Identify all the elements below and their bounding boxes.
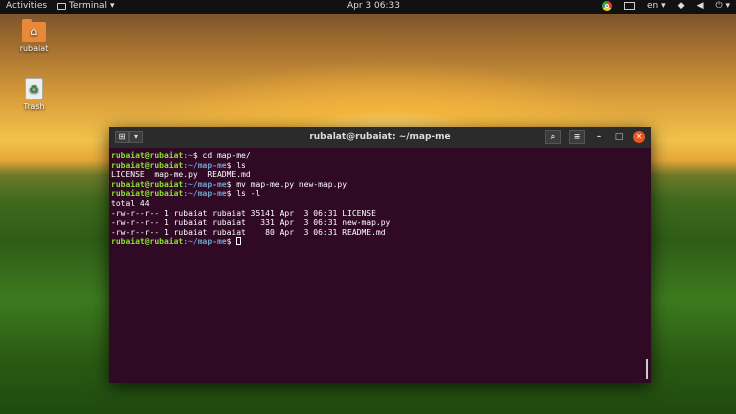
- prompt-user: rubaiat@rubaiat: [111, 179, 184, 189]
- close-icon[interactable]: ✕: [633, 131, 645, 143]
- terminal-prompt-line: rubaiat@rubaiat:~/map-me$ ls -l: [111, 189, 641, 199]
- prompt-user: rubaiat@rubaiat: [111, 189, 184, 199]
- window-titlebar[interactable]: ⊞ ▾ rubalat@rubaiat: ~/map-me ⌕ ≡ – □ ✕: [109, 127, 651, 148]
- output-text: -rw-r--r-- 1 rubaiat rubaiat 331 Apr 3 0…: [111, 218, 391, 228]
- command-text: $ ls -l: [226, 189, 261, 199]
- terminal-prompt-line: rubaiat@rubaiat:~/map-me$ mv map-me.py n…: [111, 180, 641, 190]
- command-text: $ ls: [226, 160, 246, 170]
- output-text: LICENSE map-me.py README.md: [111, 170, 251, 180]
- terminal-icon: [57, 2, 66, 10]
- terminal-prompt-line: rubaiat@rubaiat:~/map-me$: [111, 237, 641, 247]
- terminal-output-line: -rw-r--r-- 1 rubaiat rubaiat 80 Apr 3 06…: [111, 228, 641, 238]
- output-text: -rw-r--r-- 1 rubaiat rubaiat 35141 Apr 3…: [111, 208, 376, 218]
- top-bar: Activities Terminal ▾ Apr 3 06:33 en ▾ ◆…: [0, 0, 736, 14]
- app-name: Terminal: [69, 1, 108, 11]
- minimize-icon[interactable]: –: [593, 132, 605, 142]
- power-icon[interactable]: ⏻ ▾: [716, 1, 731, 11]
- screen-icon[interactable]: [624, 2, 636, 10]
- hamburger-icon[interactable]: ≡: [569, 130, 585, 144]
- cursor-block: [236, 237, 242, 246]
- home-folder-label: rubaiat: [19, 44, 49, 53]
- prompt-user: rubaiat@rubaiat: [111, 151, 184, 160]
- output-text: -rw-r--r-- 1 rubaiat rubaiat 80 Apr 3 06…: [111, 227, 386, 237]
- output-text: total 44: [111, 198, 150, 208]
- prompt-path: :~: [183, 151, 193, 160]
- desktop-trash[interactable]: ♻ Trash: [14, 78, 54, 111]
- prompt-path: :~/map-me: [183, 179, 227, 189]
- search-icon[interactable]: ⌕: [545, 130, 561, 144]
- desktop-home-folder[interactable]: ⌂ rubaiat: [14, 19, 54, 53]
- prompt-user: rubaiat@rubaiat: [111, 237, 184, 247]
- terminal-prompt-line: rubaiat@rubaiat:~/map-me$ ls: [111, 161, 641, 171]
- command-text: $ cd map-me/: [192, 151, 251, 160]
- volume-icon[interactable]: ◀: [697, 1, 704, 11]
- terminal-output[interactable]: rubaiat@rubaiat:~$ cd map-me/rubaiat@rub…: [111, 151, 641, 379]
- language-indicator[interactable]: en ▾: [647, 1, 666, 11]
- command-text: $: [226, 237, 237, 247]
- prompt-path: :~/map-me: [183, 189, 227, 199]
- prompt-path: :~/map-me: [183, 160, 227, 170]
- activities-button[interactable]: Activities: [6, 1, 47, 11]
- system-tray: en ▾ ◆ ◀ ⏻ ▾: [602, 1, 730, 11]
- app-menu[interactable]: Terminal ▾: [57, 1, 115, 11]
- command-text: $ mv map-me.py new-map.py: [226, 179, 348, 189]
- terminal-output-line: LICENSE map-me.py README.md: [111, 170, 641, 180]
- terminal-prompt-line: rubaiat@rubaiat:~$ cd map-me/: [111, 151, 641, 161]
- wifi-icon[interactable]: ◆: [678, 1, 685, 11]
- scrollbar[interactable]: [646, 359, 648, 379]
- maximize-icon[interactable]: □: [613, 132, 625, 142]
- window-controls: ⌕ ≡ – □ ✕: [545, 130, 645, 144]
- terminal-window: ⊞ ▾ rubalat@rubaiat: ~/map-me ⌕ ≡ – □ ✕ …: [109, 127, 651, 383]
- prompt-path: :~/map-me: [183, 237, 227, 247]
- trash-icon: ♻: [25, 78, 43, 100]
- terminal-output-line: -rw-r--r-- 1 rubaiat rubaiat 35141 Apr 3…: [111, 209, 641, 219]
- clock[interactable]: Apr 3 06:33: [347, 1, 400, 11]
- prompt-user: rubaiat@rubaiat: [111, 160, 184, 170]
- chrome-icon[interactable]: [602, 1, 613, 11]
- trash-label: Trash: [23, 102, 45, 111]
- terminal-output-line: total 44: [111, 199, 641, 209]
- terminal-output-line: -rw-r--r-- 1 rubaiat rubaiat 331 Apr 3 0…: [111, 218, 641, 228]
- caret-down-icon: ▾: [110, 1, 115, 11]
- home-folder-icon: ⌂: [22, 19, 46, 42]
